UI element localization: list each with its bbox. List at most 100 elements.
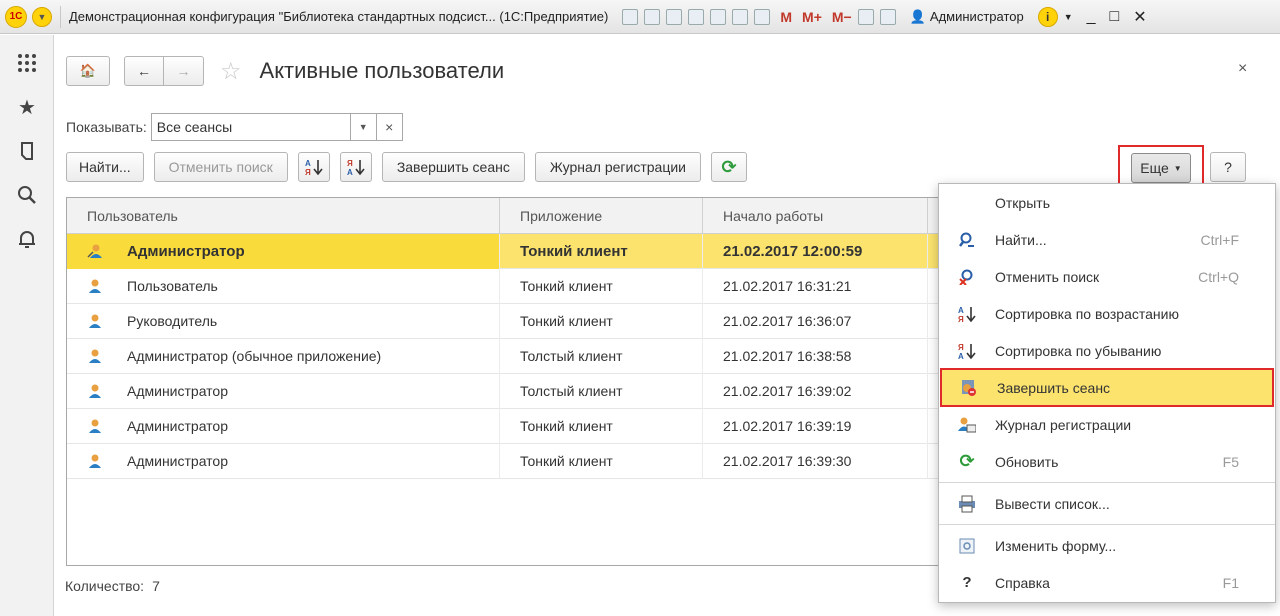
favorite-star-icon[interactable]: ☆ xyxy=(220,57,242,86)
home-icon: 🏠 xyxy=(79,63,97,78)
end-session-button[interactable]: Завершить сеанс xyxy=(381,152,525,182)
calendar-icon[interactable] xyxy=(754,8,771,25)
app-cell: Тонкий клиент xyxy=(500,408,703,444)
menu-item-find[interactable]: Найти... Ctrl+F xyxy=(939,221,1275,258)
refresh-icon: ⟳ xyxy=(959,451,975,471)
close-form-button[interactable]: × xyxy=(1238,60,1247,78)
find-button[interactable]: Найти... xyxy=(66,152,144,182)
menu-item-label: Сортировка по возрастанию xyxy=(995,305,1179,322)
close-window-button[interactable]: ✕ xyxy=(1133,7,1146,27)
menu-item-refresh[interactable]: ⟳ Обновить F5 xyxy=(939,443,1275,480)
menu-item-edit-form[interactable]: Изменить форму... xyxy=(939,527,1275,564)
nav-buttons: ← → xyxy=(124,56,204,86)
sort-asc-icon: А Я xyxy=(305,159,323,176)
memory-m-button[interactable]: M xyxy=(780,9,792,25)
app-cell: Тонкий клиент xyxy=(500,268,703,304)
column-header-app[interactable]: Приложение xyxy=(500,198,703,234)
menu-item-event-log[interactable]: Журнал регистрации xyxy=(939,406,1275,443)
filter-row: Показывать: Все сеансы ▼ × xyxy=(66,113,403,141)
back-button[interactable]: ← xyxy=(124,56,164,86)
table-row[interactable]: Администратор Толстый клиент 21.02.2017 … xyxy=(67,373,945,409)
cancel-search-button[interactable]: Отменить поиск xyxy=(153,152,288,182)
menu-item-open[interactable]: Открыть xyxy=(939,184,1275,221)
apps-grid-icon[interactable] xyxy=(0,41,54,85)
app-cell: Толстый клиент xyxy=(500,373,703,409)
table-row[interactable]: Пользователь Тонкий клиент 21.02.2017 16… xyxy=(67,268,945,304)
start-cell: 21.02.2017 16:39:19 xyxy=(703,408,928,444)
user-icon xyxy=(89,314,101,328)
cancel-search-icon xyxy=(939,269,995,285)
menu-item-cancel-search[interactable]: Отменить поиск Ctrl+Q xyxy=(939,258,1275,295)
current-user-icon xyxy=(87,244,102,258)
bell-icon[interactable] xyxy=(0,217,54,261)
info-icon[interactable]: i xyxy=(1037,6,1058,27)
attach-icon[interactable] xyxy=(688,8,705,25)
main-menu-icon[interactable]: ▼ xyxy=(32,6,52,27)
app-cell: Тонкий клиент xyxy=(500,233,703,269)
memory-mplus-button[interactable]: M+ xyxy=(802,9,822,25)
help-button[interactable]: ? xyxy=(1210,152,1246,182)
print-icon[interactable] xyxy=(644,8,661,25)
start-cell: 21.02.2017 12:00:59 xyxy=(703,233,928,269)
column-header-start[interactable]: Начало работы xyxy=(703,198,928,234)
clear-icon[interactable]: × xyxy=(376,113,403,141)
table-row[interactable]: Администратор (обычное приложение) Толст… xyxy=(67,338,945,374)
event-log-icon xyxy=(939,416,995,434)
end-session-icon xyxy=(941,379,997,397)
panel-icon[interactable] xyxy=(879,8,896,25)
sort-desc-button[interactable]: Я А xyxy=(339,152,372,182)
svg-text:Я: Я xyxy=(305,168,311,176)
maximize-button[interactable]: □ xyxy=(1110,8,1120,26)
more-menu: Открыть Найти... Ctrl+F Отменить поиск C… xyxy=(938,183,1276,603)
save-icon[interactable] xyxy=(622,8,639,25)
menu-divider xyxy=(939,482,1275,483)
menu-item-sort-desc[interactable]: ЯА Сортировка по убыванию xyxy=(939,332,1275,369)
user-cell: Администратор xyxy=(67,443,500,479)
minimize-button[interactable]: _ xyxy=(1087,8,1096,26)
event-log-button[interactable]: Журнал регистрации xyxy=(534,152,701,182)
star-icon[interactable]: ★ xyxy=(0,85,54,129)
refresh-button[interactable]: ⟳ xyxy=(710,152,747,182)
search-icon[interactable] xyxy=(0,173,54,217)
table-row[interactable]: Администратор Тонкий клиент 21.02.2017 1… xyxy=(67,233,945,269)
page-title: Активные пользователи xyxy=(259,58,505,83)
sort-desc-icon: ЯА xyxy=(939,342,995,360)
sessions-filter-value: Все сеансы xyxy=(156,119,233,135)
forward-button[interactable]: → xyxy=(164,56,204,86)
print-list-icon xyxy=(939,495,995,513)
calculator-icon[interactable] xyxy=(732,8,749,25)
table-row[interactable]: Администратор Тонкий клиент 21.02.2017 1… xyxy=(67,443,945,479)
1c-logo-icon[interactable]: 1С xyxy=(5,5,27,28)
memory-mminus-button[interactable]: M− xyxy=(832,9,852,25)
app-cell: Тонкий клиент xyxy=(500,303,703,339)
command-bar: Найти... Отменить поиск А Я Я А Завершит… xyxy=(66,152,747,182)
svg-text:Я: Я xyxy=(958,343,964,352)
user-cell: Администратор xyxy=(67,373,500,409)
sessions-filter-select[interactable]: Все сеансы xyxy=(150,113,351,141)
zoom-icon[interactable] xyxy=(857,8,874,25)
menu-item-sort-asc[interactable]: АЯ Сортировка по возрастанию xyxy=(939,295,1275,332)
current-user[interactable]: 👤 Администратор xyxy=(910,9,1024,25)
link-icon[interactable] xyxy=(710,8,727,25)
table-row[interactable]: Администратор Тонкий клиент 21.02.2017 1… xyxy=(67,408,945,444)
menu-item-label: Изменить форму... xyxy=(995,537,1117,554)
menu-item-label: Обновить xyxy=(995,453,1059,470)
menu-item-help[interactable]: ? Справка F1 xyxy=(939,564,1275,601)
sort-asc-button[interactable]: А Я xyxy=(297,152,330,182)
column-header-user[interactable]: Пользователь xyxy=(67,198,500,234)
sections-sidebar: ★ xyxy=(0,35,54,616)
dropdown-arrow-icon[interactable]: ▼ xyxy=(350,113,377,141)
menu-item-label: Завершить сеанс xyxy=(997,379,1111,396)
info-dropdown-icon[interactable]: ▼ xyxy=(1064,12,1073,22)
start-cell: 21.02.2017 16:39:30 xyxy=(703,443,928,479)
more-button[interactable]: Еще ▼ xyxy=(1131,153,1191,183)
menu-item-print-list[interactable]: Вывести список... xyxy=(939,485,1275,522)
menu-item-end-session[interactable]: Завершить сеанс xyxy=(940,368,1274,407)
preview-icon[interactable] xyxy=(666,8,683,25)
table-row[interactable]: Руководитель Тонкий клиент 21.02.2017 16… xyxy=(67,303,945,339)
user-cell: Администратор xyxy=(67,233,500,269)
home-button[interactable]: 🏠 xyxy=(66,56,110,86)
svg-text:А: А xyxy=(958,306,964,315)
history-icon[interactable] xyxy=(0,129,54,173)
user-name: Администратор xyxy=(127,453,229,469)
